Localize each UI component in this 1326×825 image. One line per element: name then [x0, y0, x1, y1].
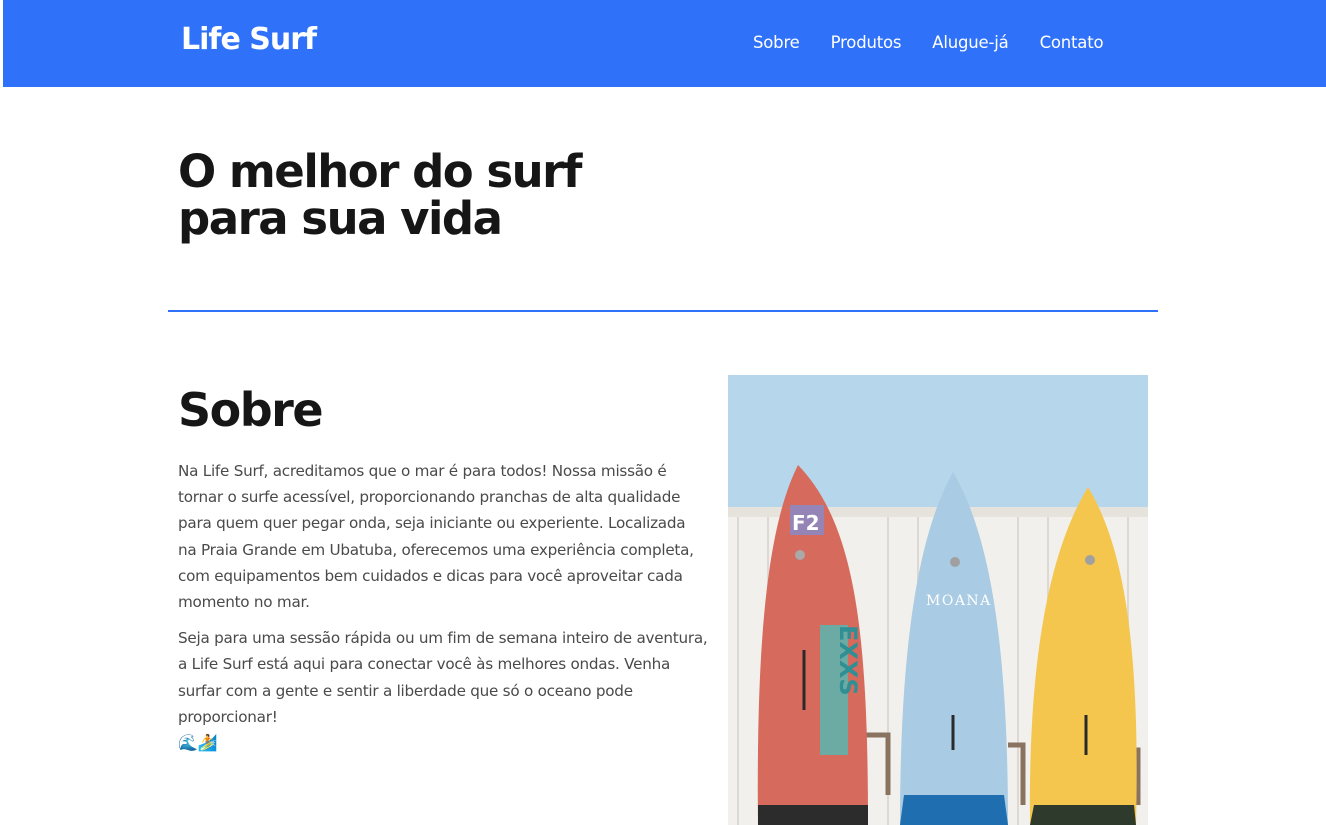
wave-surfer-emoji: 🌊🏄: [178, 733, 218, 753]
blue-board-logo: MOANA: [926, 593, 992, 609]
about-text: Na Life Surf, acreditamos que o mar é pa…: [178, 458, 708, 756]
nav-link-alugue-ja[interactable]: Alugue-já: [932, 33, 1008, 52]
surfboards-photo: F2 EXXS MOANA: [728, 375, 1148, 825]
nav-link-sobre[interactable]: Sobre: [753, 33, 800, 52]
yellow-board-mast-base: [1085, 555, 1095, 565]
about-paragraph-2-text: Seja para uma sessão rápida ou um fim de…: [178, 629, 708, 726]
blue-board-mast-base: [950, 557, 960, 567]
nav-link-produtos[interactable]: Produtos: [831, 33, 902, 52]
section-divider: [168, 310, 1158, 312]
red-board-tail: [758, 805, 868, 825]
about-paragraph-1: Na Life Surf, acreditamos que o mar é pa…: [178, 462, 694, 612]
surfboards-illustration: F2 EXXS MOANA: [728, 375, 1148, 825]
red-board-vertical-text: EXXS: [834, 625, 862, 696]
red-board-mast-base: [795, 550, 805, 560]
main-nav: Sobre Produtos Alugue-já Contato: [753, 33, 1134, 52]
brand-logo[interactable]: Life Surf: [181, 22, 317, 57]
about-paragraph-2: Seja para uma sessão rápida ou um fim de…: [178, 625, 708, 756]
top-navbar: Life Surf Sobre Produtos Alugue-já Conta…: [3, 0, 1326, 87]
hero-title: O melhor do surf para sua vida: [178, 145, 582, 245]
blue-board-tail: [900, 795, 1008, 825]
yellow-board-tail: [1030, 805, 1136, 825]
about-title: Sobre: [178, 383, 324, 437]
red-board-logo: F2: [792, 511, 820, 535]
nav-link-contato[interactable]: Contato: [1040, 33, 1104, 52]
